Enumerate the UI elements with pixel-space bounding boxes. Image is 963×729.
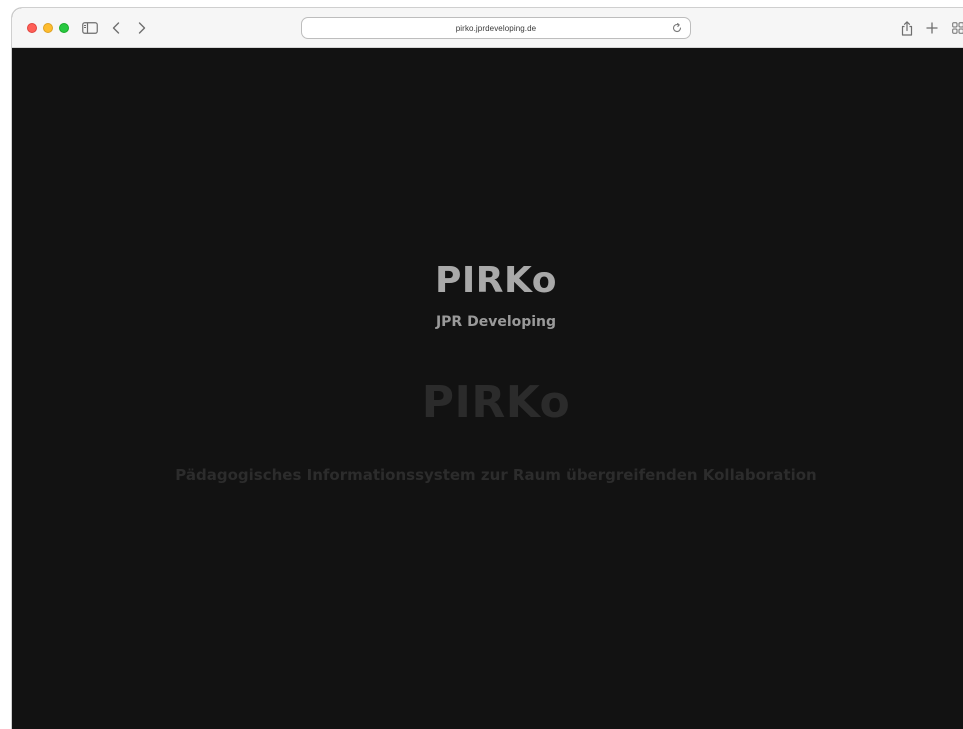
share-icon[interactable] [899,16,915,40]
page-subtitle: JPR Developing [435,314,557,330]
url-text: pirko.jprdeveloping.de [455,23,537,33]
page-title: PIRKo [435,260,557,301]
page-content: PIRKo JPR Developing PIRKo Pädagogisches… [12,49,963,729]
background-title: PIRKo [421,377,571,428]
minimize-window-button[interactable] [43,23,53,33]
forward-icon[interactable] [134,16,150,40]
maximize-window-button[interactable] [59,23,69,33]
tab-overview-icon[interactable] [950,16,963,40]
browser-toolbar: pirko.jprdeveloping.de [12,8,963,48]
sidebar-icon[interactable] [80,16,100,40]
address-bar[interactable]: pirko.jprdeveloping.de [301,17,691,39]
new-tab-icon[interactable] [924,16,940,40]
browser-window: pirko.jprdeveloping.de PIRKo JPR Develop… [12,8,963,729]
back-icon[interactable] [108,16,124,40]
reload-icon[interactable] [671,22,683,34]
tagline: Pädagogisches Informationssystem zur Rau… [175,466,817,484]
close-window-button[interactable] [27,23,37,33]
